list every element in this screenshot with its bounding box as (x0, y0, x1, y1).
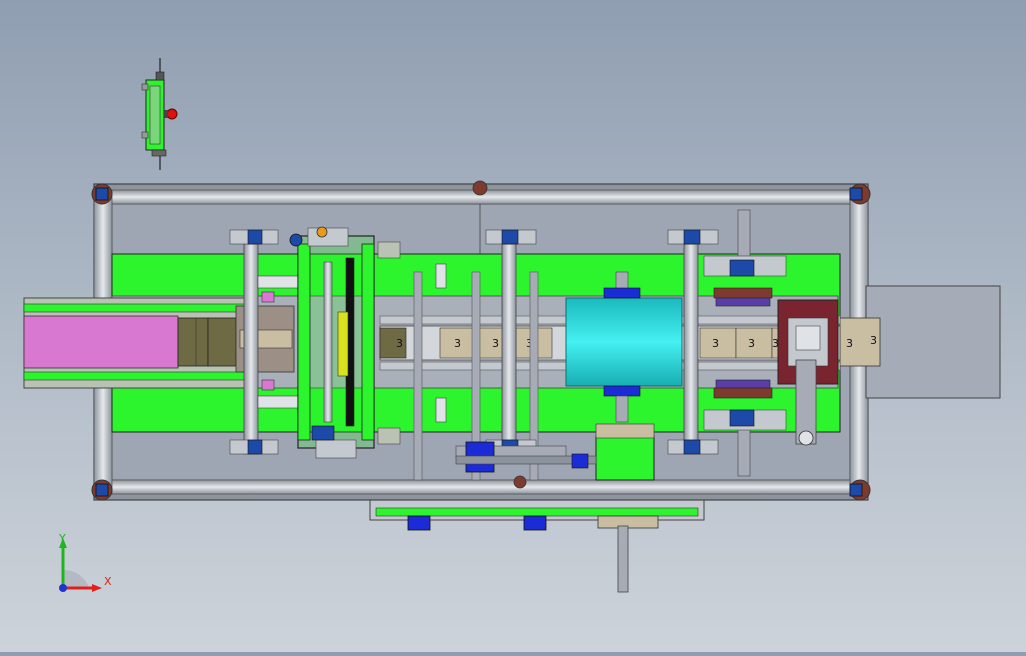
axis-triad: Y X (50, 530, 130, 600)
lower-drive-rail[interactable] (369, 495, 705, 593)
x-axis-head (92, 584, 102, 592)
z-axis-origin (59, 584, 67, 592)
product-label: 3 (748, 337, 755, 350)
product-label: 3 (870, 334, 877, 347)
product-label: 3 (396, 337, 403, 350)
control-panel-assembly[interactable] (141, 58, 178, 170)
infeed-conveyor[interactable] (23, 297, 255, 389)
assembly-drawing[interactable]: 3 3 3 3 3 3 3 3 3 (0, 0, 1026, 652)
product-label: 3 (454, 337, 461, 350)
triad-xy-plane (63, 569, 89, 588)
product-label: 3 (492, 337, 499, 350)
product-label: 3 (712, 337, 719, 350)
cad-viewport[interactable]: 3 3 3 3 3 3 3 3 3 Y X (0, 0, 1026, 652)
x-axis-label: X (104, 575, 112, 588)
y-axis-label: Y (59, 532, 66, 545)
product-label: 3 (846, 337, 853, 350)
